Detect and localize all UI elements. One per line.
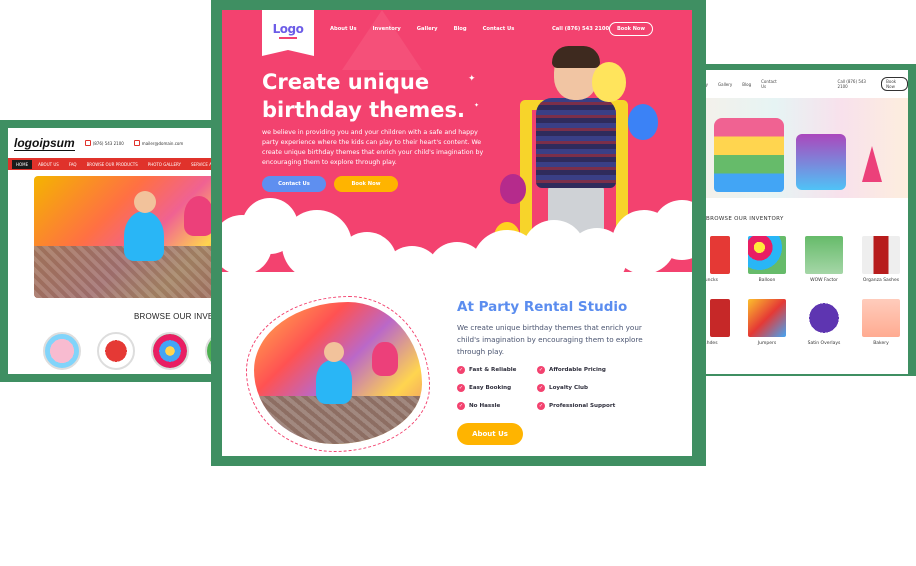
inventory-thumb (862, 299, 900, 337)
nav-blog[interactable]: Blog (454, 26, 467, 32)
inventory-caption: Balloon (758, 278, 776, 283)
left-email: mailer@domain.com (133, 140, 183, 146)
showcase-stage: logoipsum (876) 543 2100 mailer@domain.c… (0, 0, 916, 566)
about-us-button[interactable]: About Us (457, 423, 523, 445)
hero-title: Create unique birthday themes. (262, 70, 465, 122)
header-phone: Call (876) 543 2100 (552, 26, 610, 32)
contact-us-button[interactable]: Contact Us (262, 176, 326, 192)
left-phone-text: (876) 543 2100 (92, 140, 124, 146)
mail-icon (133, 140, 140, 146)
right-book-button[interactable]: Book Now (881, 77, 908, 91)
right-nav-gallery[interactable]: Gallery (718, 82, 732, 87)
feature-item: ✓ Easy Booking (457, 384, 537, 392)
feature-item: ✓ Fast & Reliable (457, 366, 537, 374)
inventory-thumb (862, 236, 900, 274)
feature-label: Easy Booking (469, 385, 512, 391)
left-nav-faq[interactable]: FAQ (65, 160, 81, 169)
logo-text: Logo (272, 21, 304, 36)
inventory-item[interactable]: Jumpers (747, 299, 787, 346)
inventory-circle[interactable] (43, 332, 81, 370)
about-title: At Party Rental Studio (457, 299, 628, 315)
left-topbar: logoipsum (876) 543 2100 mailer@domain.c… (8, 128, 234, 158)
inventory-caption: Bakery (873, 341, 889, 346)
left-logo[interactable]: logoipsum (14, 136, 75, 151)
nav-gallery[interactable]: Gallery (417, 26, 438, 32)
inventory-item[interactable]: WOW Factor (804, 236, 844, 283)
left-nav-gallery[interactable]: PHOTO GALLERY (144, 160, 185, 169)
inventory-thumb (805, 236, 843, 274)
star-shape-icon (342, 10, 422, 70)
left-nav-products[interactable]: BROWSE OUR PRODUCTS (83, 160, 142, 169)
feature-item: ✓ No Hassle (457, 402, 537, 410)
hero-section: Logo About Us Inventory Gallery Blog Con… (222, 10, 692, 272)
left-nav-home[interactable]: HOME (12, 159, 33, 169)
balloon-icon (628, 104, 658, 140)
balloon-icon (500, 174, 526, 204)
right-phone: Call (876) 543 2100 (837, 79, 866, 89)
check-icon: ✓ (457, 366, 465, 374)
balloon-icon (592, 62, 626, 102)
phone-icon (84, 140, 91, 146)
nav-about[interactable]: About Us (330, 26, 357, 32)
left-nav: HOME ABOUT US FAQ BROWSE OUR PRODUCTS PH… (8, 158, 234, 170)
right-hero-image (686, 98, 908, 198)
sparkle-icon: ✦ (474, 102, 480, 109)
inventory-caption: Satin Overlays (807, 341, 841, 346)
sparkle-icon: ✦ (468, 74, 476, 84)
inventory-item[interactable]: Organza Sashes (861, 236, 901, 283)
feature-label: No Hassle (469, 403, 501, 409)
feature-label: Fast & Reliable (469, 367, 517, 373)
feature-label: Loyalty Club (549, 385, 589, 391)
check-icon: ✓ (537, 384, 545, 392)
feature-label: Affordable Pricing (549, 367, 606, 373)
inventory-thumb (748, 236, 786, 274)
feature-item: ✓ Loyalty Club (537, 384, 647, 392)
check-icon: ✓ (537, 366, 545, 374)
inventory-caption: Jumpers (757, 341, 777, 346)
left-inventory-circles (43, 332, 225, 370)
right-topbar: ry Gallery Blog Contact Us Call (876) 54… (686, 70, 908, 98)
inventory-item[interactable]: Bakery (861, 299, 901, 346)
nav-contact[interactable]: Contact Us (483, 26, 515, 32)
feature-item: ✓ Professional Support (537, 402, 647, 410)
inventory-item[interactable]: Balloon (747, 236, 787, 283)
check-icon: ✓ (457, 402, 465, 410)
inventory-circle[interactable] (151, 332, 189, 370)
book-now-button[interactable]: Book Now (334, 176, 398, 192)
inventory-circle[interactable] (97, 332, 135, 370)
left-nav-about[interactable]: ABOUT US (34, 160, 63, 169)
feature-list: ✓ Fast & Reliable ✓ Affordable Pricing ✓ Ea… (457, 366, 647, 410)
right-nav-blog[interactable]: Blog (742, 82, 751, 87)
logo-underline (279, 36, 297, 39)
feature-item: ✓ Affordable Pricing (537, 366, 647, 374)
inventory-item[interactable]: Satin Overlays (804, 299, 844, 346)
hero-text: we believe in providing you and your chi… (262, 129, 484, 166)
left-hero-image (34, 176, 234, 298)
right-nav-contact[interactable]: Contact Us (761, 79, 779, 89)
inventory-thumb (805, 299, 843, 337)
inventory-caption: WOW Factor (810, 278, 838, 283)
about-text: We create unique birthday themes that en… (457, 323, 643, 356)
main-nav: About Us Inventory Gallery Blog Contact … (330, 26, 514, 32)
check-icon: ✓ (537, 402, 545, 410)
logo[interactable]: Logo (262, 10, 314, 56)
main-mockup-page: Logo About Us Inventory Gallery Blog Con… (222, 10, 692, 456)
inventory-thumb (748, 299, 786, 337)
check-icon: ✓ (457, 384, 465, 392)
inventory-thumb (710, 236, 730, 274)
left-email-text[interactable]: mailer@domain.com (142, 141, 183, 146)
right-browse-heading: BROWSE OUR INVENTORY (706, 216, 784, 222)
inventory-caption: Organza Sashes (862, 278, 900, 283)
inventory-thumb (710, 299, 730, 337)
nav-inventory[interactable]: Inventory (373, 26, 401, 32)
right-inventory-grid: ouncks Balloon WOW Factor Organza Sashes… (690, 236, 901, 346)
book-now-top-button[interactable]: Book Now (609, 22, 653, 36)
feature-label: Professional Support (549, 403, 616, 409)
left-phone: (876) 543 2100 (84, 140, 124, 146)
about-image (254, 302, 422, 444)
right-mockup-page: ry Gallery Blog Contact Us Call (876) 54… (686, 70, 908, 374)
